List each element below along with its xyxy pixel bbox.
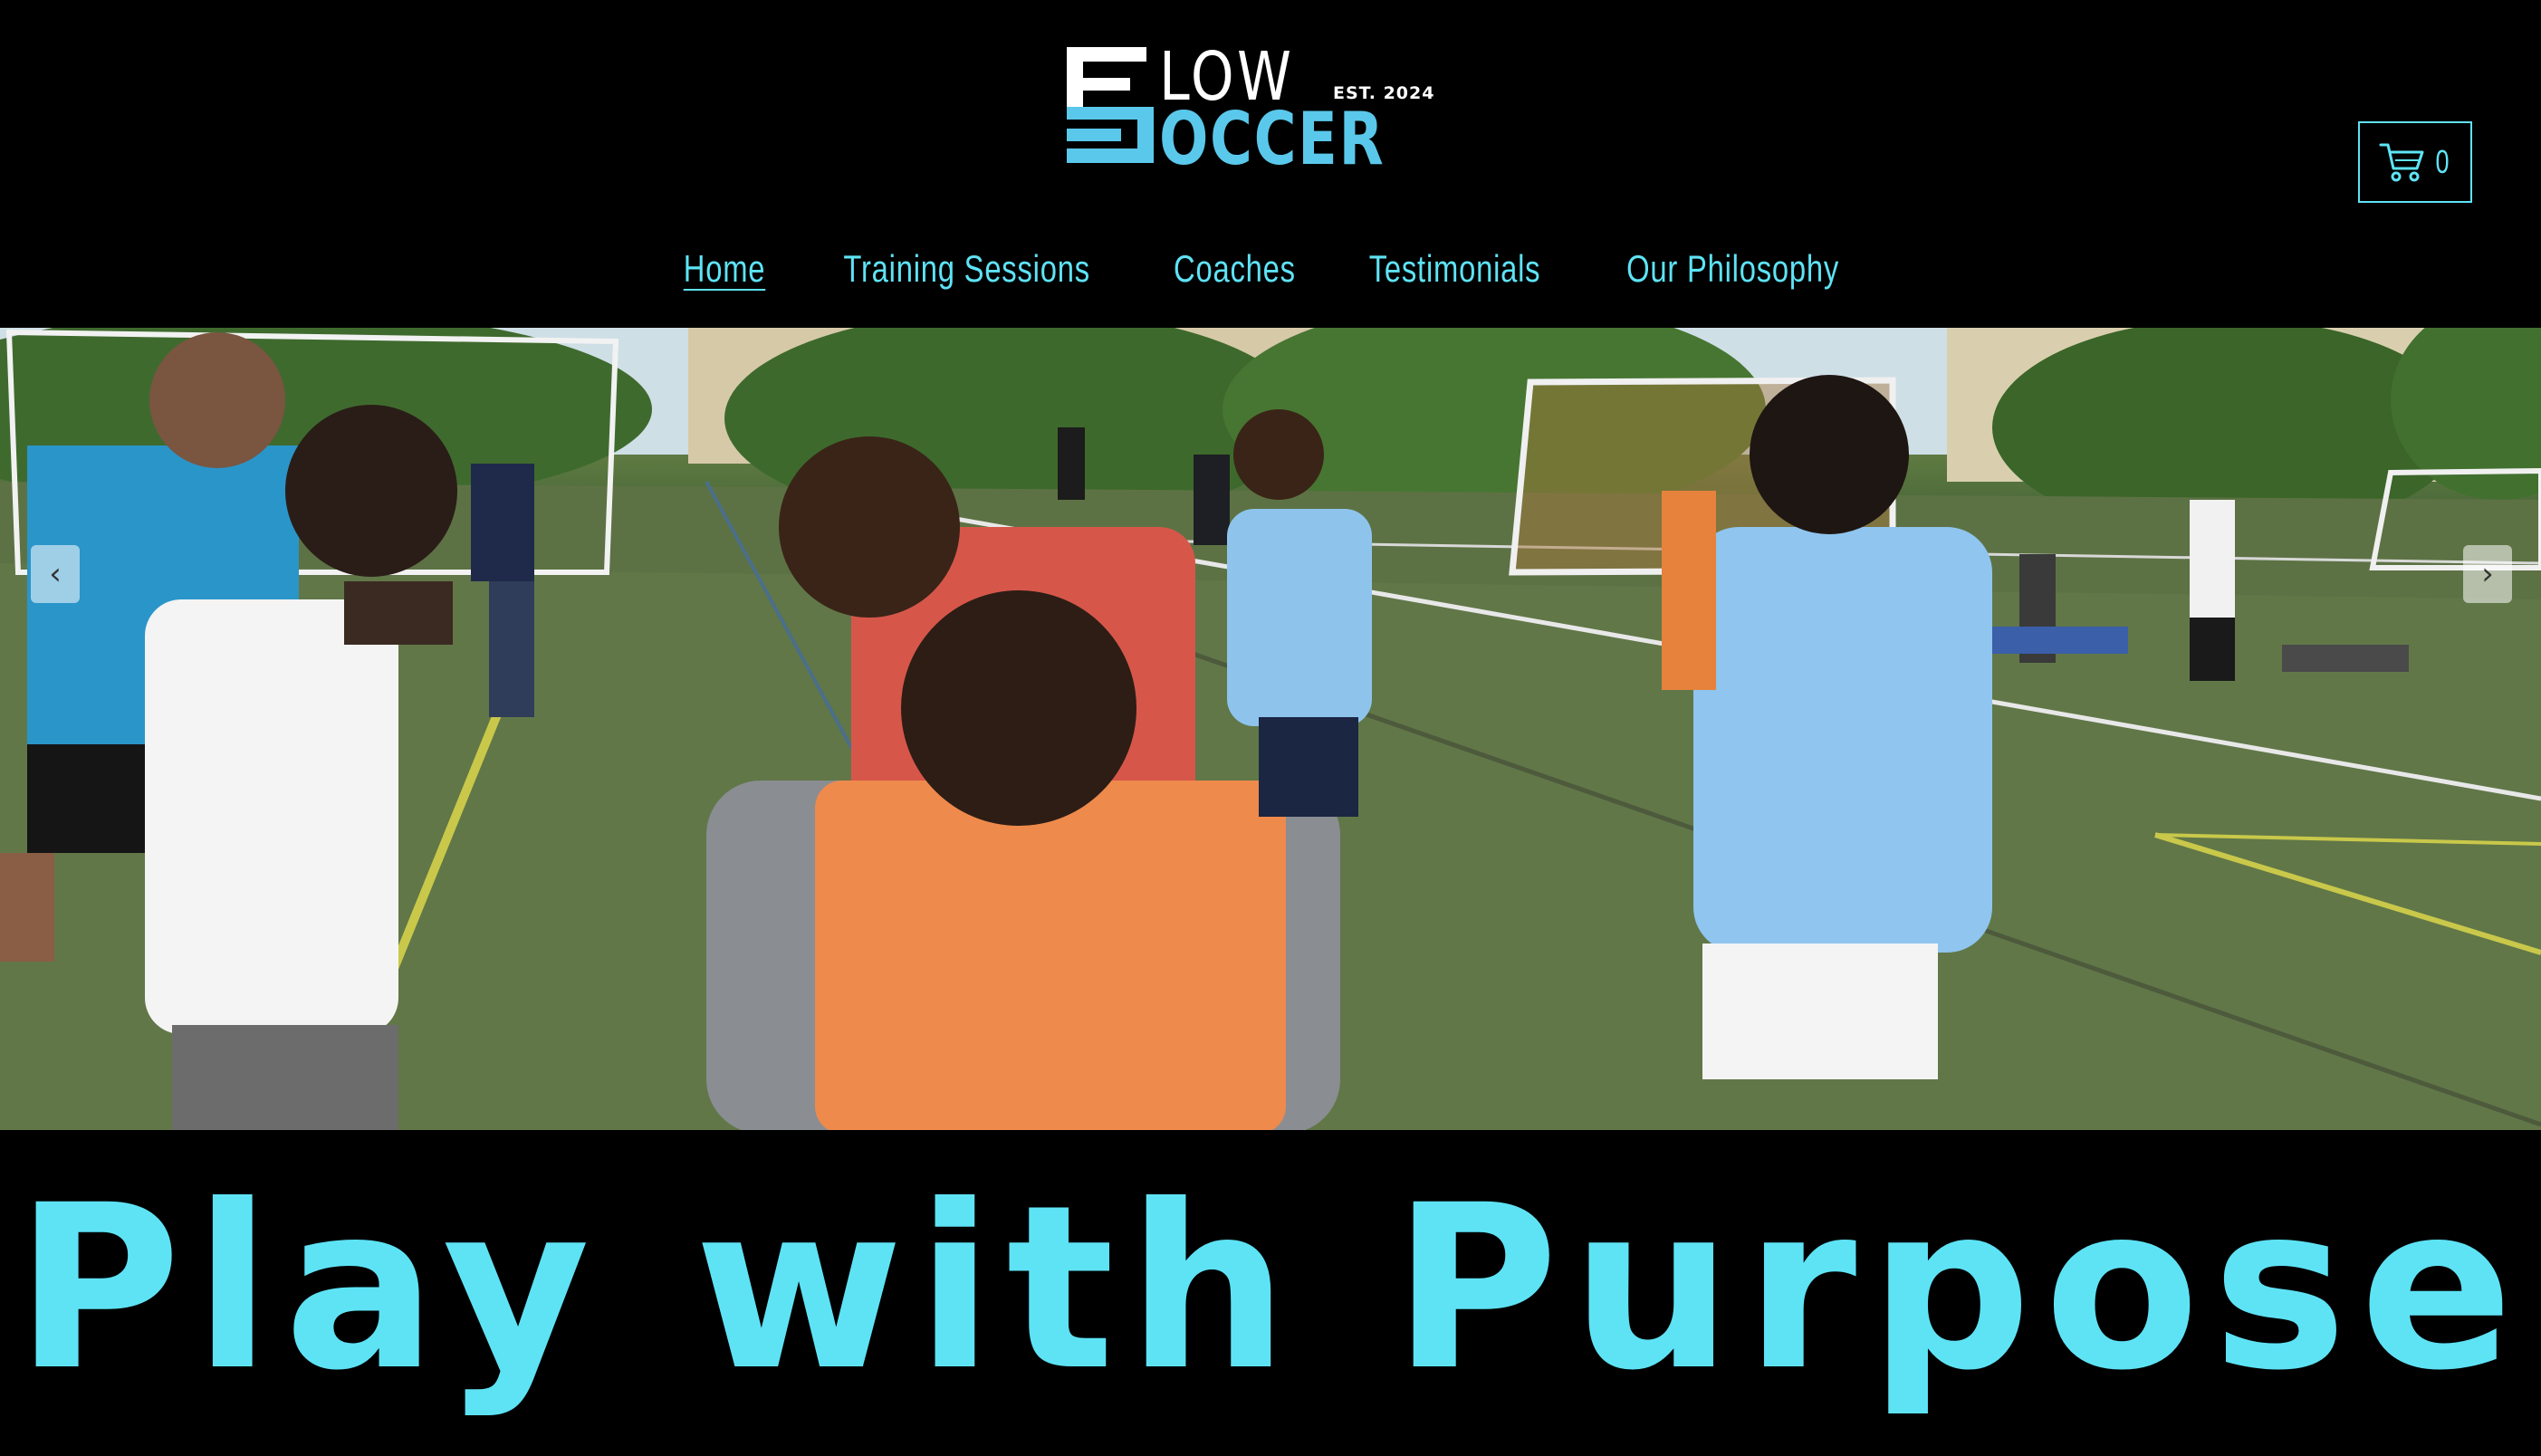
flow-soccer-logo[interactable]: LOW EST. 2024 OCCER — [1061, 42, 1434, 181]
cart-count: 0 — [2435, 143, 2450, 180]
slideshow-prev-button[interactable]: ‹ — [31, 545, 80, 603]
nav-item-testimonials[interactable]: Testimonials — [1369, 237, 1541, 301]
tagline-section: Play with Purpose — [0, 1130, 2541, 1456]
logo-mark-icon — [1067, 47, 1154, 163]
main-navigation: Home Training Sessions Coaches Testimoni… — [0, 237, 2541, 301]
chevron-right-icon: › — [2481, 556, 2494, 592]
slideshow-next-button[interactable]: › — [2463, 545, 2512, 603]
chevron-left-icon: ‹ — [49, 556, 62, 592]
nav-item-home[interactable]: Home — [684, 237, 766, 301]
cart-button[interactable]: 0 — [2358, 121, 2472, 203]
hero-slideshow: ‹ › — [0, 328, 2541, 1130]
nav-item-coaches[interactable]: Coaches — [1174, 237, 1296, 301]
shopping-cart-icon — [2379, 143, 2424, 182]
hero-photo-soccer-practice — [0, 328, 2541, 1130]
nav-item-training-sessions[interactable]: Training Sessions — [843, 237, 1089, 301]
hero-tagline: Play with Purpose — [14, 1156, 2527, 1420]
logo-word-occer: OCCER — [1159, 97, 1386, 181]
nav-item-our-philosophy[interactable]: Our Philosophy — [1626, 237, 1839, 301]
site-header: LOW EST. 2024 OCCER 0 Home Training Sess… — [0, 0, 2541, 328]
